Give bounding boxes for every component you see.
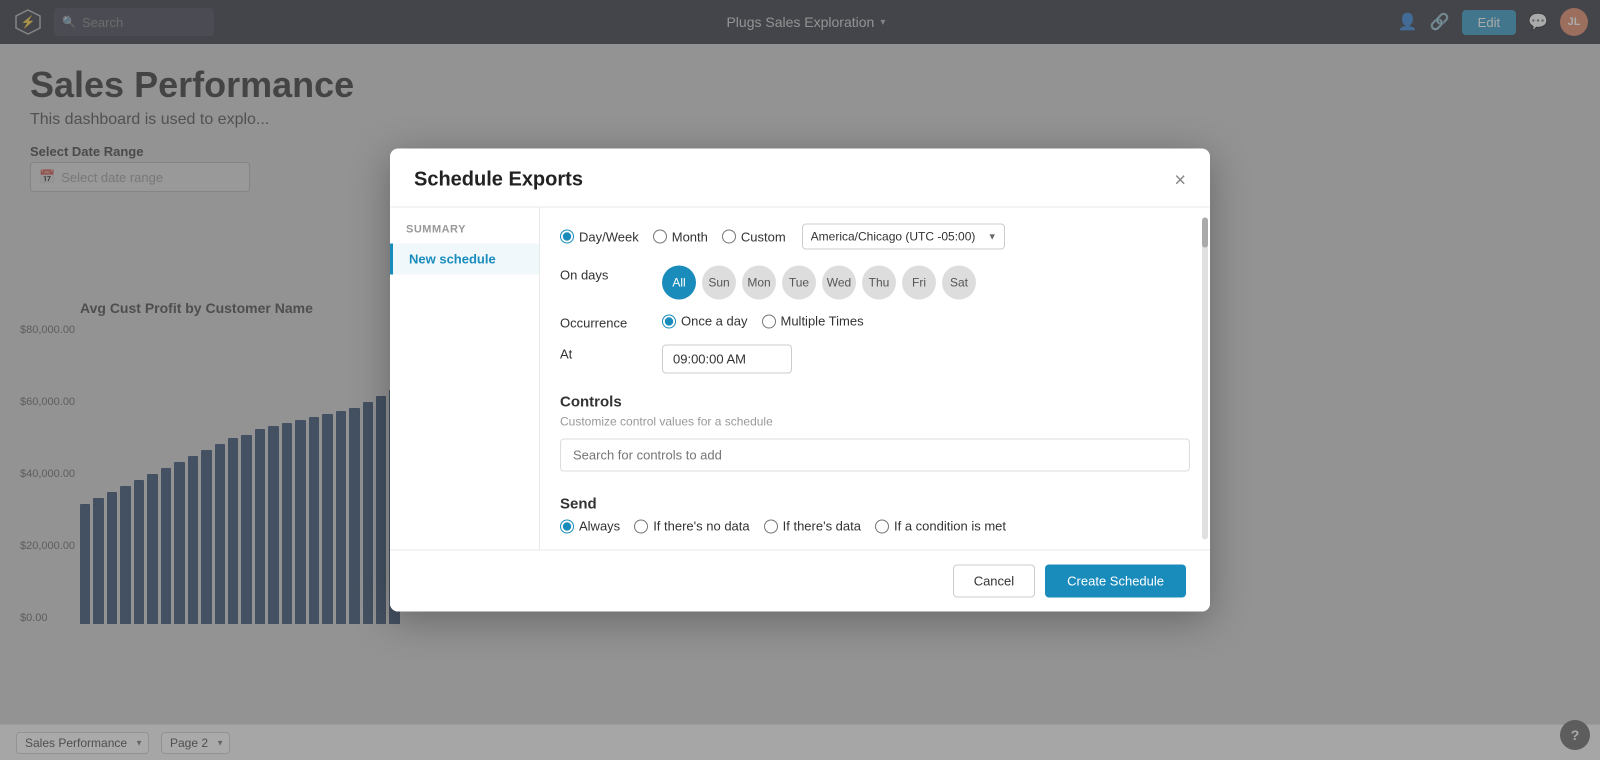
day-btn-all[interactable]: All	[662, 266, 696, 300]
send-always[interactable]: Always	[560, 519, 620, 534]
modal-close-button[interactable]: ×	[1174, 170, 1186, 190]
at-label: At	[560, 345, 650, 362]
modal-header: Schedule Exports ×	[390, 149, 1210, 208]
frequency-row: Day/Week Month Custom America/Chicago (U…	[560, 224, 1190, 250]
modal-title: Schedule Exports	[414, 169, 583, 192]
occurrence-label: Occurrence	[560, 314, 650, 331]
day-btn-tue[interactable]: Tue	[782, 266, 816, 300]
day-btn-sat[interactable]: Sat	[942, 266, 976, 300]
day-btn-fri[interactable]: Fri	[902, 266, 936, 300]
modal-form-content: Day/Week Month Custom America/Chicago (U…	[540, 208, 1210, 550]
scroll-thumb	[1202, 218, 1208, 248]
cancel-button[interactable]: Cancel	[953, 565, 1035, 598]
timezone-select[interactable]: America/Chicago (UTC -05:00)	[802, 224, 1005, 250]
day-btn-sun[interactable]: Sun	[702, 266, 736, 300]
frequency-radio-group: Day/Week Month Custom	[560, 229, 786, 244]
occurrence-once[interactable]: Once a day	[662, 314, 748, 329]
send-radio-group: Always If there's no data If there's dat…	[560, 519, 1190, 534]
day-btn-mon[interactable]: Mon	[742, 266, 776, 300]
modal-footer: Cancel Create Schedule	[390, 550, 1210, 612]
occurrence-multiple[interactable]: Multiple Times	[762, 314, 864, 329]
controls-subtitle: Customize control values for a schedule	[560, 415, 1190, 429]
modal-sidebar: Summary New schedule	[390, 208, 540, 550]
occurrence-radio-group: Once a day Multiple Times	[662, 314, 1190, 329]
modal-body: Summary New schedule Day/Week Month	[390, 208, 1210, 550]
day-buttons-group: All Sun Mon Tue Wed Thu Fri Sat	[662, 266, 976, 300]
schedule-exports-modal: Schedule Exports × Summary New schedule …	[390, 149, 1210, 612]
on-days-row: On days All Sun Mon Tue Wed Thu Fri Sat	[560, 266, 1190, 300]
occurrence-options: Once a day Multiple Times	[662, 314, 1190, 329]
frequency-month[interactable]: Month	[653, 229, 708, 244]
sidebar-section-label: Summary	[390, 224, 539, 244]
time-input[interactable]	[662, 345, 792, 374]
send-if-data[interactable]: If there's data	[764, 519, 861, 534]
controls-search-input[interactable]	[560, 439, 1190, 472]
send-condition[interactable]: If a condition is met	[875, 519, 1006, 534]
sidebar-item-new-schedule[interactable]: New schedule	[390, 244, 539, 275]
send-title: Send	[560, 496, 1190, 513]
occurrence-row: Occurrence Once a day Multiple Times	[560, 314, 1190, 331]
day-btn-thu[interactable]: Thu	[862, 266, 896, 300]
frequency-custom[interactable]: Custom	[722, 229, 786, 244]
on-days-label: On days	[560, 266, 650, 283]
frequency-day-week[interactable]: Day/Week	[560, 229, 639, 244]
scroll-indicator	[1202, 218, 1208, 540]
timezone-wrap: America/Chicago (UTC -05:00)	[802, 224, 1005, 250]
day-btn-wed[interactable]: Wed	[822, 266, 856, 300]
controls-title: Controls	[560, 394, 1190, 411]
create-schedule-button[interactable]: Create Schedule	[1045, 565, 1186, 598]
send-no-data[interactable]: If there's no data	[634, 519, 749, 534]
at-time-row: At	[560, 345, 1190, 374]
